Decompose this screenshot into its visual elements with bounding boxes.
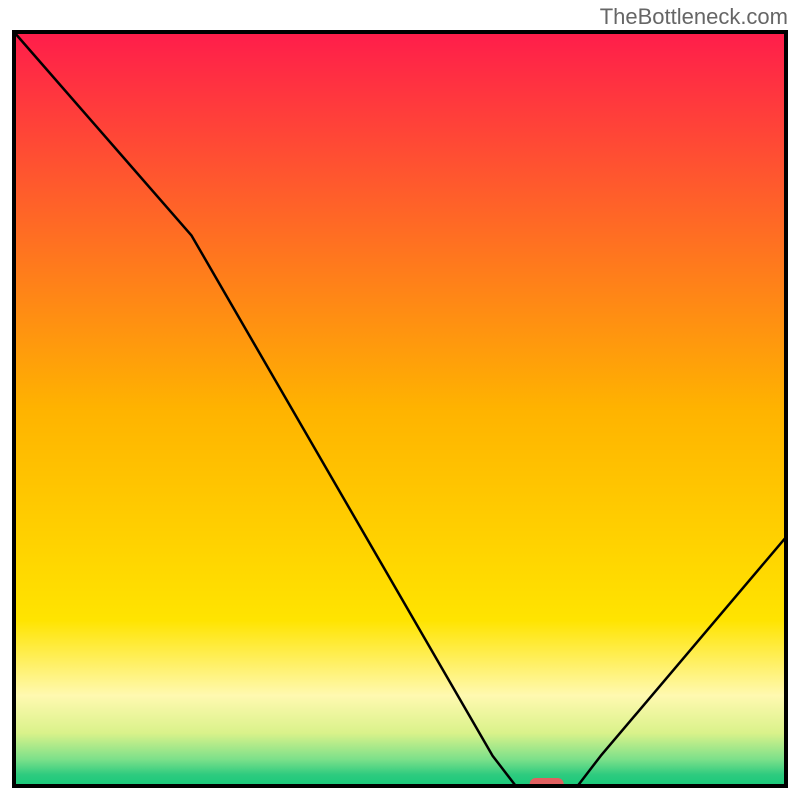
attribution-text: TheBottleneck.com [600,4,788,30]
chart-svg [12,30,788,788]
bottleneck-chart [12,30,788,788]
